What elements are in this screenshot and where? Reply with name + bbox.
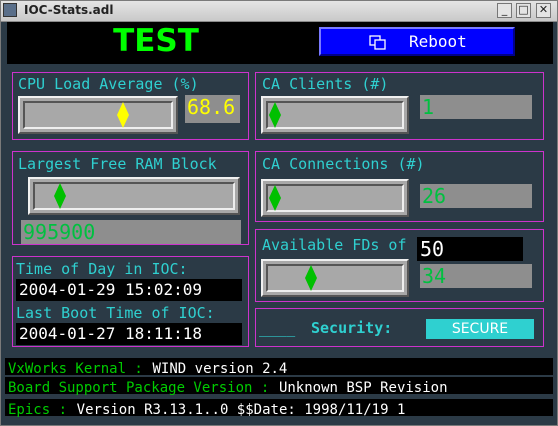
epics-info-row: Epics : Version R3.13.1..0 $$Date: 1998/… [5, 399, 553, 418]
ram-block-panel: Largest Free RAM Block 995900 [12, 151, 249, 245]
fds-indicator [305, 265, 317, 291]
reboot-label: Reboot [409, 32, 467, 51]
title-bar[interactable]: IOC-Stats.adl _ □ ✕ [0, 0, 558, 22]
ram-block-meter [28, 177, 240, 215]
fds-meter [261, 259, 409, 297]
close-button[interactable]: ✕ [536, 3, 551, 18]
windows-icon [369, 35, 386, 50]
ca-clients-value: 1 [420, 95, 532, 119]
cpu-load-panel: CPU Load Average (%) 68.6 [12, 72, 249, 140]
reboot-button[interactable]: Reboot [319, 27, 515, 56]
security-panel: ____ Security: SECURE [255, 308, 544, 347]
bsp-info-row: Board Support Package Version : Unknown … [5, 377, 553, 396]
last-boot-value: 2004-01-27 18:11:18 [16, 323, 242, 345]
cpu-load-meter [18, 96, 178, 134]
security-status-badge: SECURE [426, 319, 534, 339]
last-boot-label: Last Boot Time of IOC: [16, 304, 215, 322]
time-of-day-value: 2004-01-29 15:02:09 [16, 279, 242, 301]
ca-connections-value: 26 [420, 184, 532, 208]
ram-block-value: 995900 [21, 220, 241, 244]
ioc-name: TEST [113, 23, 199, 59]
cpu-load-indicator [117, 102, 130, 128]
ca-clients-label: CA Clients (#) [262, 75, 389, 93]
app-icon [3, 3, 17, 17]
minimize-button[interactable]: _ [497, 3, 512, 18]
ram-block-indicator [54, 183, 67, 209]
ioc-stats-screen: TEST Reboot CPU Load Average (%) 68.6 La… [5, 22, 553, 420]
ca-connections-label: CA Connections (#) [262, 155, 425, 173]
maximize-button[interactable]: □ [516, 3, 531, 18]
time-of-day-label: Time of Day in IOC: [16, 260, 188, 278]
vxworks-value: WIND version 2.4 [152, 361, 288, 377]
window-title: IOC-Stats.adl [24, 3, 114, 17]
ca-clients-indicator [269, 102, 281, 128]
vxworks-label: VxWorks Kernal : [8, 361, 143, 377]
bsp-label: Board Support Package Version : [8, 380, 270, 396]
security-blank: ____ [259, 319, 296, 337]
ca-clients-panel: CA Clients (#) 1 [255, 72, 544, 140]
security-label: Security: [311, 319, 393, 337]
ram-block-label: Largest Free RAM Block [18, 155, 217, 173]
fds-value: 34 [420, 264, 532, 288]
vxworks-info-row: VxWorks Kernal : WIND version 2.4 [5, 358, 553, 377]
ca-connections-panel: CA Connections (#) 26 [255, 151, 544, 222]
fds-label: Available FDs of [262, 236, 407, 254]
ca-connections-meter [261, 179, 409, 217]
cpu-load-value: 68.6 [185, 95, 240, 123]
ca-clients-meter [261, 96, 409, 134]
ioc-name-panel: TEST [7, 22, 305, 60]
epics-label: Epics : [8, 402, 68, 418]
fds-panel: Available FDs of 50 34 [255, 229, 544, 302]
cpu-load-label: CPU Load Average (%) [18, 75, 199, 93]
header-divider [7, 60, 553, 64]
fds-total: 50 [417, 237, 523, 261]
bsp-value: Unknown BSP Revision [278, 380, 448, 396]
epics-value: Version R3.13.1..0 $$Date: 1998/11/19 1 [76, 402, 406, 418]
ioc-time-panel: Time of Day in IOC: 2004-01-29 15:02:09 … [12, 256, 249, 347]
ca-connections-indicator [269, 185, 281, 211]
